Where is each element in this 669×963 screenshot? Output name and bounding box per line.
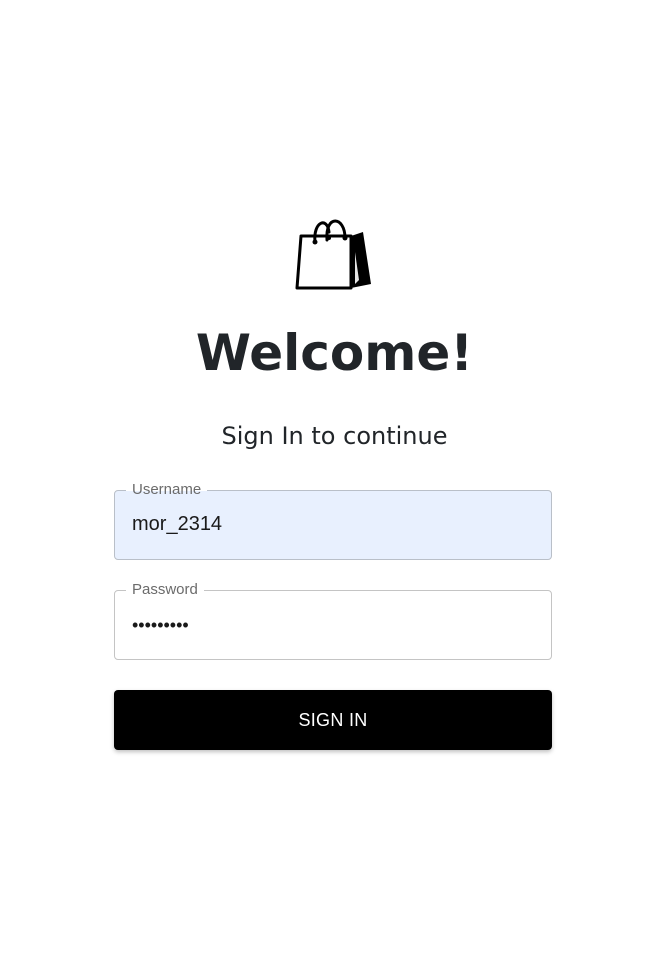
username-label: Username (126, 481, 208, 499)
username-input[interactable]: mor_2314 (132, 510, 222, 538)
username-field[interactable]: Username mor_2314 (114, 481, 552, 560)
sign-in-button[interactable]: SIGN IN (114, 690, 552, 750)
password-input[interactable]: ••••••••• (132, 611, 189, 639)
page-title: Welcome! (195, 324, 474, 382)
login-page: Welcome! Sign In to continue Username mo… (0, 0, 669, 963)
password-field[interactable]: Password ••••••••• (114, 581, 552, 660)
password-label: Password (126, 581, 204, 599)
shopping-bag-icon (293, 212, 375, 294)
page-subtitle: Sign In to continue (221, 422, 448, 450)
